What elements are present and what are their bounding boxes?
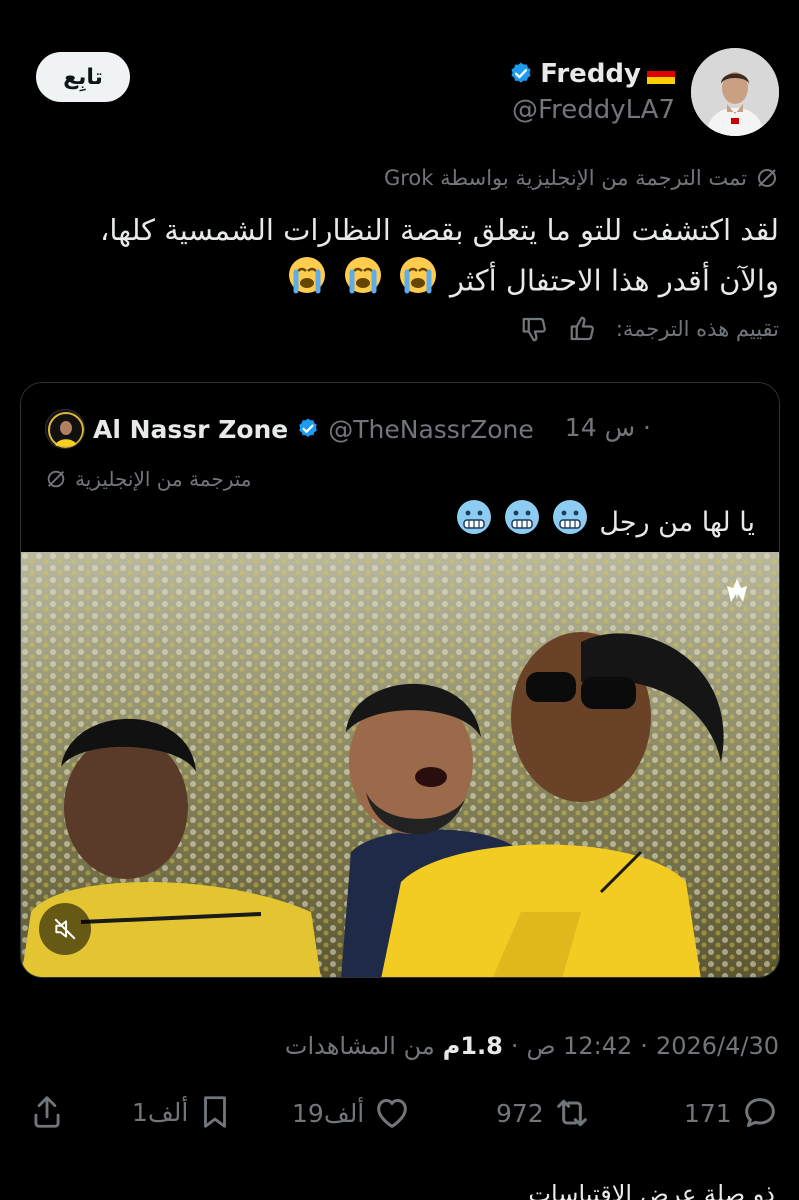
quoted-text-body: يا لها من رجل	[599, 507, 755, 538]
repost-count: 972	[496, 1098, 544, 1128]
crying-face-icon	[398, 255, 438, 310]
tweet-meta: 2026/4/30 · 12:42 ص · 1.8م من المشاهدات	[285, 1032, 779, 1060]
share-button[interactable]	[28, 1093, 66, 1131]
quoted-tweet[interactable]: Al Nassr Zone @TheNassrZone 14 س · مترجم…	[20, 382, 780, 978]
tweet-author[interactable]: Freddy @FreddyLA7	[508, 48, 779, 136]
avatar[interactable]	[691, 48, 779, 136]
quoted-author: Al Nassr Zone @TheNassrZone	[45, 409, 651, 449]
tweet-text: لقد اكتشفت للتو ما يتعلق بقصة النظارات ا…	[19, 205, 779, 310]
germany-flag-icon	[647, 64, 675, 84]
bookmark-count: 1ألف	[132, 1097, 189, 1127]
action-bar: 1ألف 19ألف 972 171	[20, 1093, 779, 1141]
verified-badge-icon	[299, 418, 318, 437]
heart-icon	[377, 1099, 408, 1128]
related-quotes-link[interactable]: ذو صلة عرض الاقتباسات	[528, 1180, 775, 1200]
tweet-text-line-1: لقد اكتشفت للتو ما يتعلق بقصة النظارات ا…	[100, 213, 779, 247]
thumbs-down-icon[interactable]	[520, 314, 550, 344]
translate-icon	[47, 470, 65, 488]
meta-separator: ·	[640, 1032, 648, 1060]
mute-button[interactable]	[39, 903, 91, 955]
views-label: من المشاهدات	[284, 1032, 435, 1060]
tweet-text-line-2-text: والآن أقدر هذا الاحتفال أكثر	[450, 263, 779, 298]
cold-face-icon	[455, 498, 493, 548]
reply-button[interactable]: 171	[684, 1093, 780, 1133]
quoted-handle: @TheNassrZone	[328, 414, 534, 444]
like-button[interactable]: 19ألف	[292, 1093, 412, 1133]
quoted-display-name: Al Nassr Zone	[93, 414, 289, 444]
quoted-translation-notice: مترجمة من الإنجليزية	[45, 467, 252, 491]
rate-translation-label: تقييم هذه الترجمة:	[615, 317, 779, 341]
thumbs-up-icon[interactable]	[568, 314, 598, 344]
tweet-text-line-2: والآن أقدر هذا الاحتفال أكثر	[19, 255, 779, 310]
user-handle: @FreddyLA7	[512, 95, 675, 125]
quoted-translation-text: مترجمة من الإنجليزية	[75, 467, 252, 491]
translation-notice-text: تمت الترجمة من الإنجليزية بواسطة Grok	[383, 166, 747, 190]
translate-icon	[758, 169, 776, 187]
quoted-text: يا لها من رجل	[455, 498, 755, 548]
views-count: 1.8م	[442, 1032, 503, 1060]
like-count: 19ألف	[292, 1098, 365, 1128]
video-watermark-icon	[725, 578, 749, 608]
quoted-avatar	[45, 409, 85, 449]
reply-icon	[744, 1098, 775, 1127]
rate-translation: تقييم هذه الترجمة:	[520, 314, 779, 344]
verified-badge-icon	[511, 62, 531, 83]
cold-face-icon	[503, 498, 541, 548]
quoted-video[interactable]	[21, 552, 779, 977]
quoted-timestamp: 14 س ·	[564, 413, 651, 442]
tweet-date: 2026/4/30	[655, 1032, 779, 1060]
tweet-time: 12:42 ص	[526, 1032, 633, 1060]
follow-button[interactable]: تابِع	[36, 52, 130, 102]
bookmark-button[interactable]: 1ألف	[132, 1093, 234, 1131]
repost-icon	[556, 1099, 587, 1127]
display-name: Freddy	[540, 59, 641, 89]
reply-count: 171	[684, 1098, 732, 1128]
share-icon	[34, 1096, 60, 1128]
bookmark-icon	[204, 1096, 227, 1128]
crying-face-icon	[287, 255, 327, 310]
translation-notice: تمت الترجمة من الإنجليزية بواسطة Grok	[384, 166, 779, 190]
speaker-muted-icon	[54, 918, 76, 940]
cold-face-icon	[551, 498, 589, 548]
meta-separator: ·	[510, 1032, 519, 1060]
crying-face-icon	[343, 255, 383, 310]
repost-button[interactable]: 972	[496, 1093, 592, 1133]
